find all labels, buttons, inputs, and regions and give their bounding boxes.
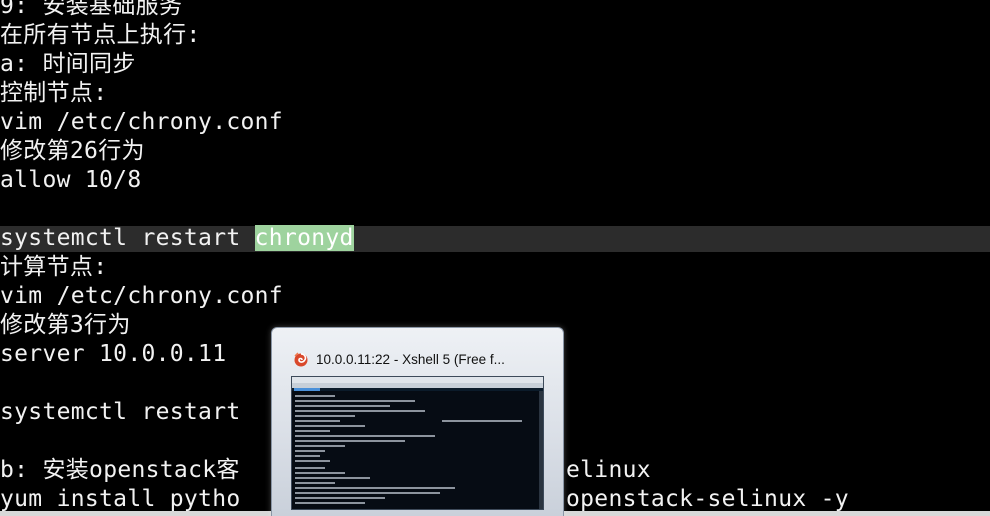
- editor-line-4: 控制节点:: [0, 80, 108, 106]
- thumbnail-terminal-area: [292, 391, 543, 509]
- xshell-icon: [292, 350, 310, 368]
- editor-line-3: a: 时间同步: [0, 51, 136, 77]
- editor-line-17-right: elinux: [566, 457, 651, 483]
- editor-line-18: yum install pytho: [0, 486, 241, 512]
- editor-line-15: systemctl restart: [0, 399, 241, 425]
- editor-line-18-right: openstack-selinux -y: [566, 486, 849, 512]
- thumbnail-toolbar: [292, 383, 543, 388]
- editor-line-2: 在所有节点上执行:: [0, 22, 201, 48]
- editor-line-6: 修改第26行为: [0, 138, 145, 164]
- editor-line-17: b: 安装openstack客: [0, 457, 240, 483]
- preview-window-title: 10.0.0.11:22 - Xshell 5 (Free f...: [316, 351, 505, 367]
- editor-line-11: vim /etc/chrony.conf: [0, 283, 283, 309]
- editor-line-5: vim /etc/chrony.conf: [0, 109, 283, 135]
- window-thumbnail[interactable]: [291, 376, 544, 510]
- search-match-highlight: chronyd: [254, 225, 354, 251]
- command-text: systemctl restart: [0, 225, 255, 251]
- editor-line-9-cursor: systemctl restart chronyd: [0, 224, 354, 253]
- editor-line-7: allow 10/8: [0, 167, 142, 193]
- terminal-window[interactable]: 9: 安装基础服务 在所有节点上执行: a: 时间同步 控制节点: vim /e…: [0, 0, 990, 516]
- editor-line-1: 9: 安装基础服务: [0, 0, 183, 19]
- taskbar-thumbnail-preview[interactable]: 10.0.0.11:22 - Xshell 5 (Free f...: [271, 327, 564, 516]
- preview-title-bar: 10.0.0.11:22 - Xshell 5 (Free f...: [292, 348, 505, 370]
- editor-line-10: 计算节点:: [0, 254, 108, 280]
- editor-line-12: 修改第3行为: [0, 312, 131, 338]
- thumbnail-scrollbar: [539, 391, 543, 509]
- editor-line-13: server 10.0.0.11: [0, 341, 227, 367]
